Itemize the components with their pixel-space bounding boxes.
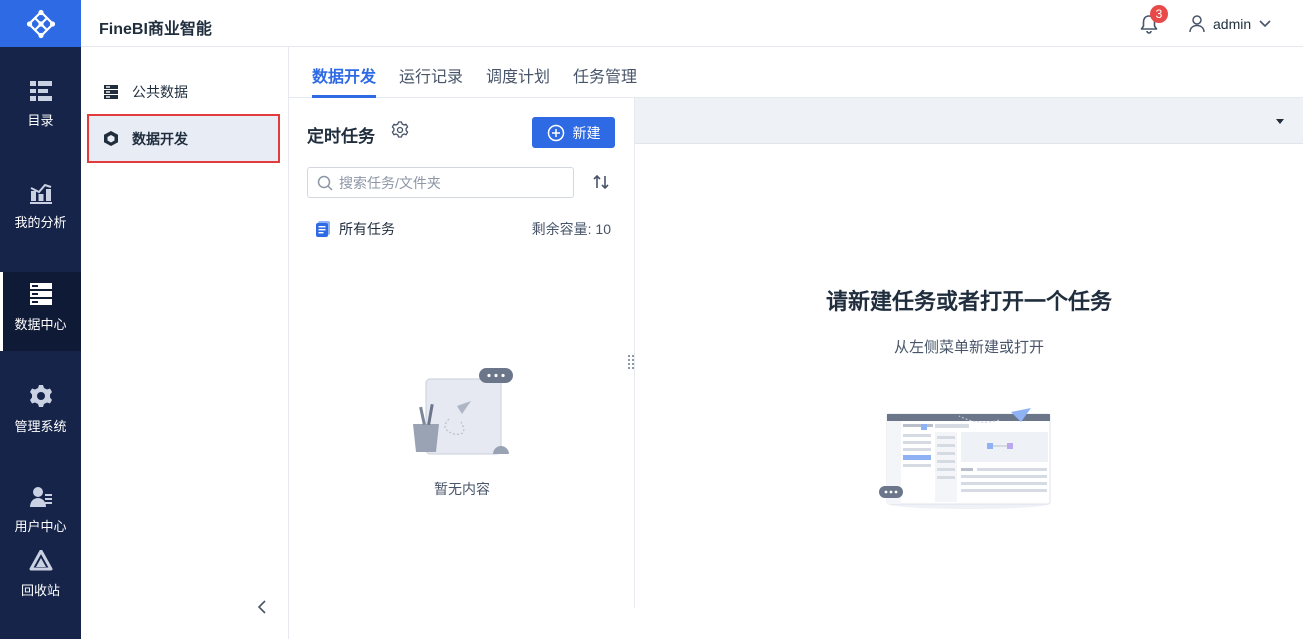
tab-schedule-plan[interactable]: 调度计划 [486,63,550,98]
new-task-button[interactable]: 新建 [532,117,615,148]
empty-folder-illustration-icon [413,368,513,455]
collapse-sidebar-icon[interactable] [253,598,271,616]
app-logo[interactable] [0,0,81,47]
workspace-illustration-icon [879,408,1051,509]
user-menu[interactable]: admin [1189,13,1271,35]
search-icon [317,175,333,191]
data-center-icon [29,283,52,305]
search-input[interactable] [339,174,559,191]
plus-circle-icon [547,124,564,141]
subnav-label-data-development: 数据开发 [132,130,188,147]
main-tabs: 数据开发 运行记录 调度计划 任务管理 [289,47,1303,98]
user-name: admin [1213,16,1252,32]
tab-run-records[interactable]: 运行记录 [399,63,463,98]
recycle-bin-icon [29,550,52,571]
workspace: 请新建任务或者打开一个任务 从左侧菜单新建或打开 [635,98,1303,639]
workspace-title: 请新建任务或者打开一个任务 [825,289,1112,314]
cube-icon [104,131,118,146]
rail-item-catalog[interactable]: 目录 [0,80,81,129]
caret-down-icon[interactable] [1275,116,1285,126]
user-icon [1189,15,1205,33]
subnav-item-public-data[interactable]: 公共数据 [87,67,280,116]
all-tasks-label: 所有任务 [339,221,395,237]
rail-label-management: 管理系统 [14,419,67,434]
rail-label-recycle-bin: 回收站 [20,583,60,598]
subnav-label-public-data: 公共数据 [132,83,188,100]
settings-gear-icon[interactable] [391,121,409,139]
task-panel: 定时任务 新建 所有任务 剩余容量: 10 [289,98,635,608]
new-task-button-label: 新建 [572,124,601,141]
rail-item-my-analysis[interactable]: 我的分析 [0,182,81,231]
rail-label-my-analysis: 我的分析 [14,215,67,230]
rail-item-recycle-bin[interactable]: 回收站 [0,550,81,599]
logo-icon [26,9,55,38]
secondary-sidebar: 公共数据 数据开发 [81,47,289,639]
search-box [307,167,574,198]
workspace-subtitle: 从左侧菜单新建或打开 [893,339,1044,356]
rail-label-user-center: 用户中心 [14,519,67,534]
rail-item-user-center[interactable]: 用户中心 [0,486,81,535]
user-center-icon [29,487,52,507]
app-title: FineBI商业智能 [99,21,212,38]
empty-state-text: 暂无内容 [434,481,490,497]
all-tasks-folder[interactable]: 所有任务 剩余容量: 10 [315,218,611,240]
gear-system-icon [29,385,52,407]
catalog-icon [29,81,52,101]
server-data-icon [104,84,118,99]
rail-item-management[interactable]: 管理系统 [0,384,81,435]
notification-badge: 3 [1150,5,1168,23]
remaining-capacity: 剩余容量: 10 [531,221,611,237]
rail-item-data-center[interactable]: 数据中心 [0,272,81,351]
workspace-tab-bar [635,98,1303,144]
rail-label-data-center: 数据中心 [14,317,67,332]
tab-task-management[interactable]: 任务管理 [573,63,637,98]
panel-title: 定时任务 [307,127,375,146]
rail-label-catalog: 目录 [27,113,54,128]
subnav-item-data-development[interactable]: 数据开发 [87,114,280,163]
sort-icon[interactable] [591,172,611,192]
analysis-chart-icon [29,183,52,204]
tab-data-development[interactable]: 数据开发 [312,63,377,98]
top-header: FineBI商业智能 3 admin [81,0,1303,47]
task-list-icon [316,221,330,237]
left-rail: 目录 我的分析 数据中心 管理系统 用户中心 回收站 [0,0,81,639]
chevron-down-icon [1259,20,1271,28]
